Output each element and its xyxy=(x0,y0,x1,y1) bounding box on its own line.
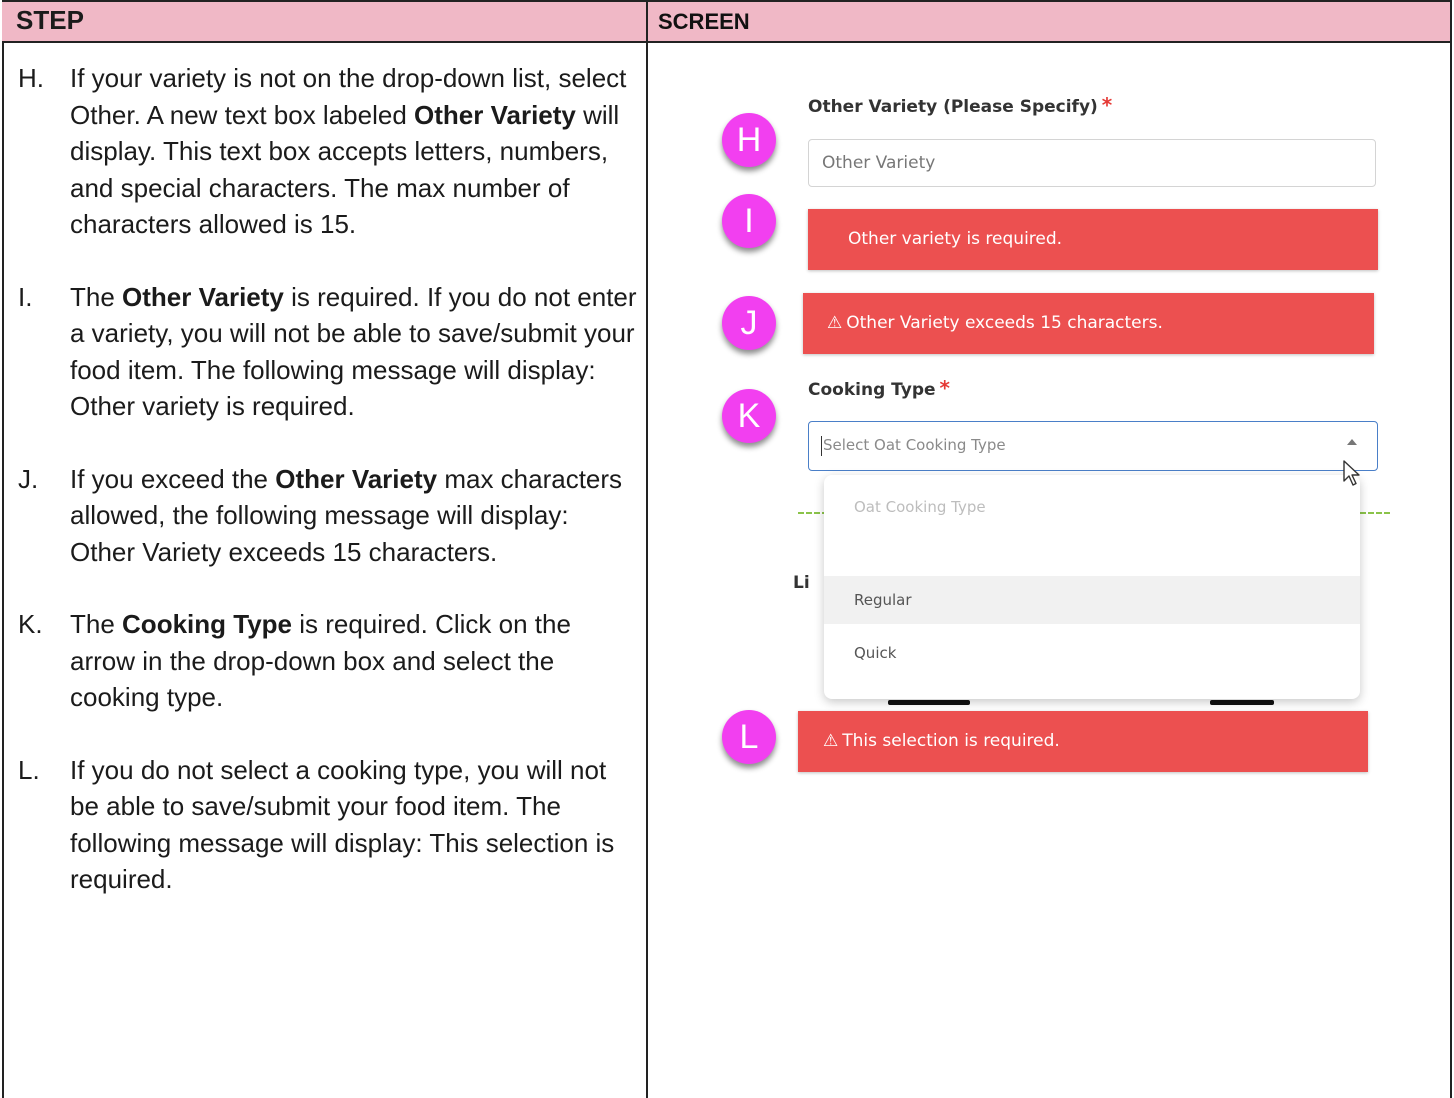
step-l: L. If you do not select a cooking type, … xyxy=(18,752,638,898)
required-asterisk: * xyxy=(939,376,950,400)
step-text: The Other Variety is required. If you do… xyxy=(70,281,637,422)
dropdown-option-placeholder: Oat Cooking Type xyxy=(854,498,986,516)
steps-column: H. If your variety is not on the drop-do… xyxy=(18,60,638,934)
step-text: If your variety is not on the drop-down … xyxy=(70,63,627,239)
step-text: If you do not select a cooking type, you… xyxy=(70,754,615,895)
callout-badge-l: L xyxy=(722,710,776,764)
mouse-pointer-icon xyxy=(1343,460,1360,486)
dropdown-option-regular[interactable]: Regular xyxy=(824,576,1360,624)
step-text: If you exceed the Other Variety max char… xyxy=(70,463,623,567)
header-step: STEP xyxy=(16,5,84,35)
other-variety-input[interactable]: Other Variety xyxy=(808,139,1376,187)
dropdown-option-quick[interactable]: Quick xyxy=(824,629,1360,677)
callout-badge-k: K xyxy=(722,389,776,443)
alert-selection-required: ⚠ This selection is required. xyxy=(798,711,1368,772)
cooking-type-select[interactable]: Select Oat Cooking Type xyxy=(808,421,1378,471)
step-letter: K. xyxy=(18,609,43,639)
step-letter: H. xyxy=(18,63,44,93)
step-j: J. If you exceed the Other Variety max c… xyxy=(18,461,638,571)
dashed-separator-right xyxy=(1360,512,1390,514)
warning-icon: ⚠ xyxy=(827,313,843,333)
step-h: H. If your variety is not on the drop-do… xyxy=(18,60,638,243)
callout-badge-j: J xyxy=(722,296,776,350)
step-letter: I. xyxy=(18,281,33,312)
hidden-element-left xyxy=(888,700,970,705)
callout-badge-i: I xyxy=(722,194,776,248)
cooking-type-label: Cooking Type * xyxy=(808,376,950,400)
table-header: STEP SCREEN xyxy=(2,2,1450,43)
other-variety-label: Other Variety (Please Specify) * xyxy=(808,93,1113,117)
alert-variety-required: Other variety is required. xyxy=(808,209,1378,270)
alert-variety-exceeds: ⚠ Other Variety exceeds 15 characters. xyxy=(803,293,1374,354)
callout-badge-h: H xyxy=(722,113,776,167)
required-asterisk: * xyxy=(1101,93,1113,117)
step-text: The Cooking Type is required. Click on t… xyxy=(70,609,571,712)
header-screen: SCREEN xyxy=(658,9,750,34)
step-k: K. The Cooking Type is required. Click o… xyxy=(18,606,638,716)
step-letter: L. xyxy=(18,754,40,785)
screen-column: Other Variety (Please Specify) * H Other … xyxy=(648,43,1450,1098)
warning-icon: ⚠ xyxy=(823,731,839,751)
step-i: I. The Other Variety is required. If you… xyxy=(18,279,638,425)
select-arrow-icon[interactable] xyxy=(1347,439,1357,445)
text-caret xyxy=(821,435,822,456)
step-letter: J. xyxy=(18,463,39,494)
hidden-element-right xyxy=(1210,700,1274,705)
partial-label: Li xyxy=(793,573,810,593)
dropdown-option-instant[interactable]: Instant xyxy=(824,682,1360,699)
cooking-type-dropdown: Oat Cooking Type Regular Quick Instant xyxy=(824,475,1360,699)
